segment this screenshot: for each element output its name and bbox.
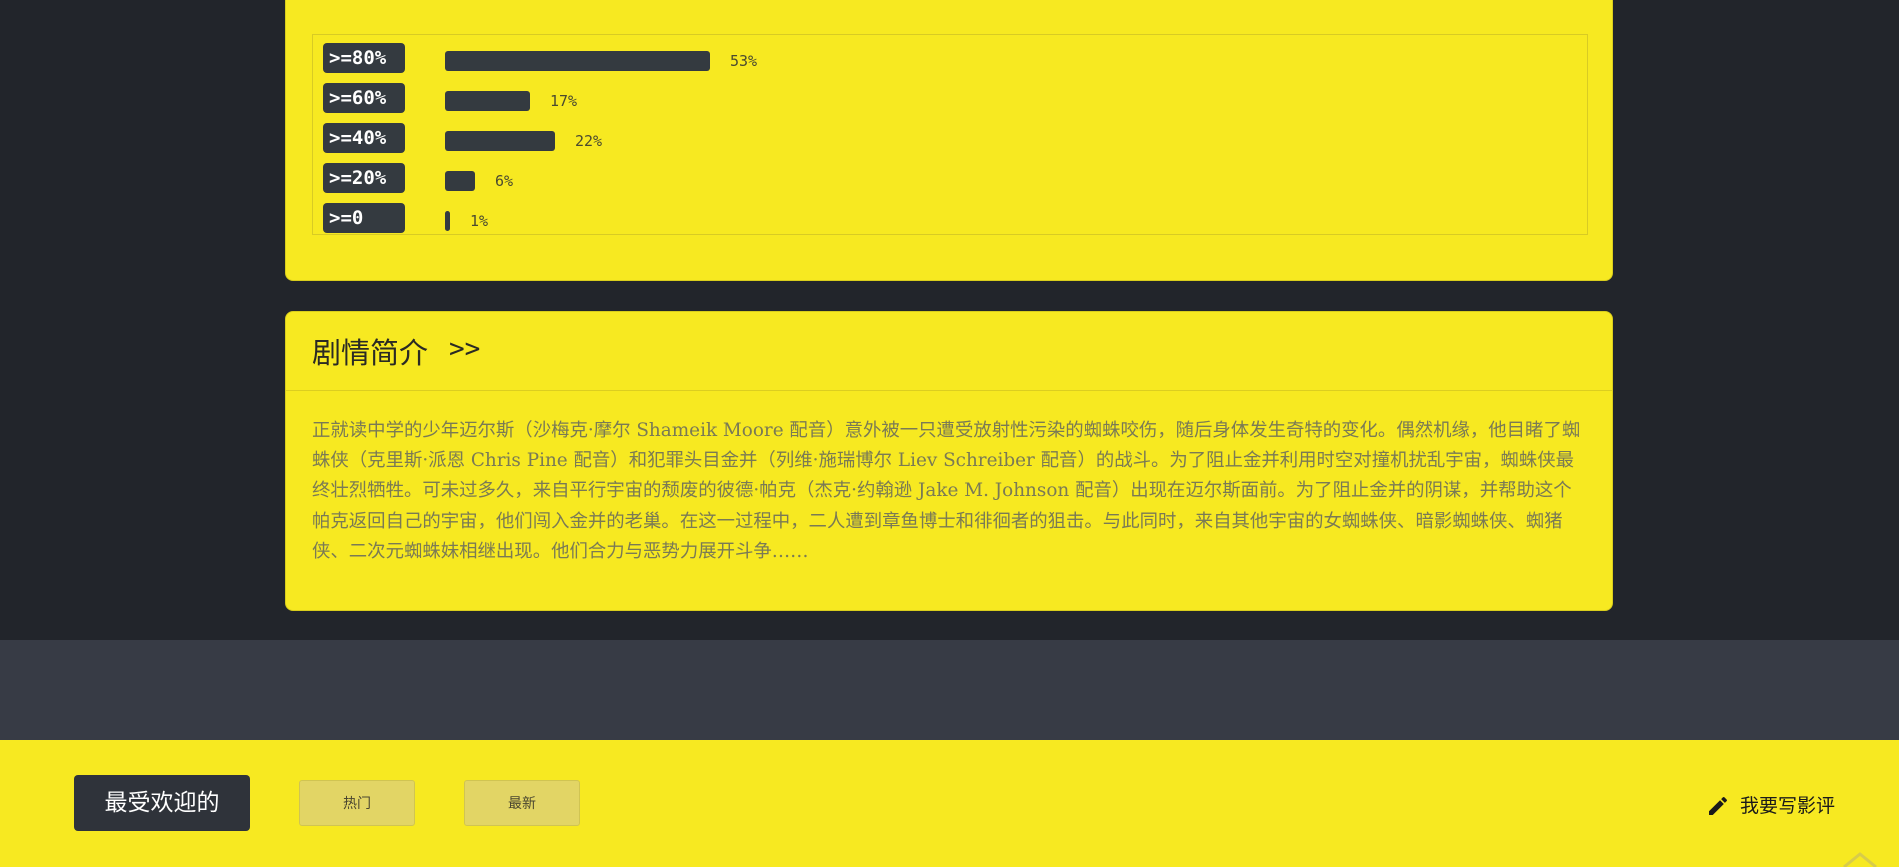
review-footer-bar: 最受欢迎的 热门 最新 我要写影评 [0,740,1899,867]
rating-label: >=20% [323,163,405,193]
rating-bar [445,211,450,231]
rating-row: >=20% 6% [323,163,1563,193]
rating-row: >=80% 53% [323,43,1563,73]
rating-row: >=40% 22% [323,123,1563,153]
ratings-distribution: >=80% 53% >=60% 17% >=40% 22% >=20% 6% >… [312,34,1588,235]
rating-bar [445,171,475,191]
pencil-icon [1709,796,1728,815]
plot-summary-more-link[interactable]: >> [449,334,480,364]
rating-percent: 22% [575,132,603,150]
rating-bar [445,131,555,151]
plot-summary-text: 正就读中学的少年迈尔斯（沙梅克·摩尔 Shameik Moore 配音）意外被一… [312,420,1581,562]
rating-percent: 1% [470,212,489,230]
rating-bar [445,91,530,111]
plot-summary-header[interactable]: 剧情简介 >> [286,312,1612,391]
rating-label: >=60% [323,83,405,113]
corner-decoration-icon [1843,852,1877,867]
ratings-panel: >=80% 53% >=60% 17% >=40% 22% >=20% 6% >… [285,0,1613,281]
footer-divider [0,640,1899,740]
rating-label: >=40% [323,123,405,153]
rating-row: >=0 1% [323,203,1563,233]
plot-summary-title[interactable]: 剧情简介 [312,330,428,372]
rating-percent: 53% [730,52,758,70]
rating-row: >=60% 17% [323,83,1563,113]
rating-percent: 17% [550,92,578,110]
rating-percent: 6% [495,172,514,190]
rating-bar [445,51,710,71]
most-popular-button[interactable]: 最受欢迎的 [74,775,250,831]
rating-label: >=0 [323,203,405,233]
tab-hot[interactable]: 热门 [299,780,415,826]
write-review-label: 我要写影评 [1740,795,1836,817]
tab-new[interactable]: 最新 [464,780,580,826]
rating-label: >=80% [323,43,405,73]
plot-summary-panel: 剧情简介 >> 正就读中学的少年迈尔斯（沙梅克·摩尔 Shameik Moore… [285,311,1613,611]
